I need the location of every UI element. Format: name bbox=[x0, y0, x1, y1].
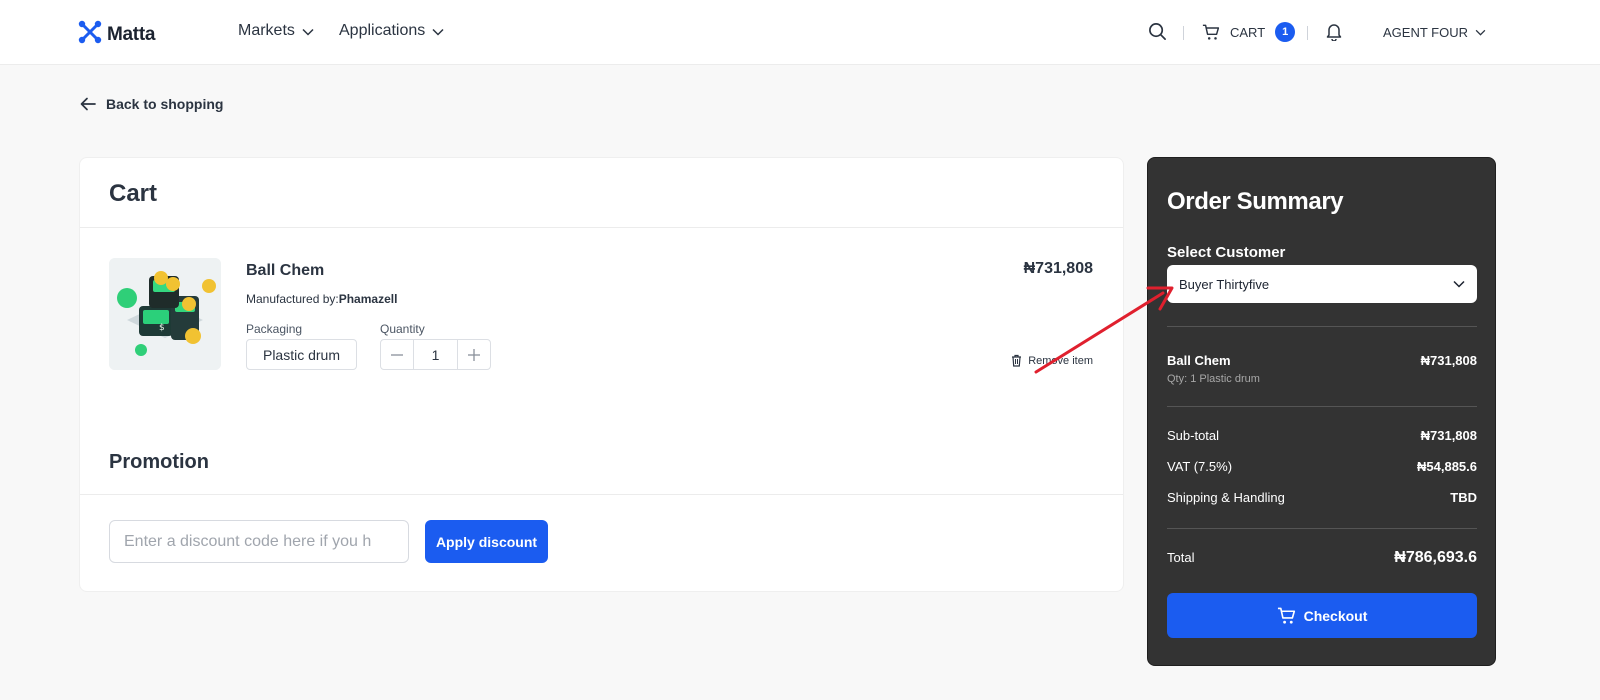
trash-icon bbox=[1012, 354, 1022, 367]
divider bbox=[1307, 26, 1308, 40]
manufactured-by-label: Manufactured by: bbox=[246, 292, 339, 306]
divider bbox=[1167, 326, 1477, 327]
back-to-shopping-label: Back to shopping bbox=[106, 96, 224, 112]
divider bbox=[1183, 26, 1184, 40]
summary-item-detail: Qty: 1 Plastic drum bbox=[1167, 373, 1260, 385]
back-to-shopping-link[interactable]: Back to shopping bbox=[80, 96, 223, 112]
manufacturer-line: Manufactured by:Phamazell bbox=[246, 292, 397, 306]
product-name: Ball Chem bbox=[246, 262, 325, 279]
divider bbox=[1167, 528, 1477, 529]
discount-code-input[interactable] bbox=[109, 520, 409, 563]
cart-icon bbox=[1277, 607, 1295, 624]
select-customer-label: Select Customer bbox=[1167, 244, 1286, 261]
shipping-row: Shipping & Handling TBD bbox=[1167, 490, 1477, 505]
vat-value: ₦54,885.6 bbox=[1417, 459, 1477, 474]
search-icon[interactable] bbox=[1148, 22, 1167, 46]
packaging-label: Packaging bbox=[246, 322, 303, 336]
remove-item-button[interactable]: Remove item bbox=[1011, 354, 1093, 367]
remove-item-label: Remove item bbox=[1028, 354, 1093, 367]
total-row: Total ₦786,693.6 bbox=[1167, 549, 1477, 567]
subtotal-row: Sub-total ₦731,808 bbox=[1167, 428, 1477, 443]
cart-icon bbox=[1202, 24, 1220, 40]
customer-select[interactable]: Buyer Thirtyfive bbox=[1167, 265, 1477, 303]
chevron-down-icon bbox=[432, 28, 444, 36]
nav-markets[interactable]: Markets bbox=[238, 22, 314, 40]
total-value: ₦786,693.6 bbox=[1394, 549, 1477, 566]
chevron-down-icon bbox=[1475, 29, 1486, 36]
svg-text:$: $ bbox=[159, 323, 165, 333]
nav-applications[interactable]: Applications bbox=[339, 22, 444, 40]
manufacturer-name: Phamazell bbox=[338, 292, 398, 306]
arrow-left-icon bbox=[80, 97, 96, 111]
subtotal-value: ₦731,808 bbox=[1420, 428, 1477, 443]
divider bbox=[1167, 406, 1477, 407]
user-name: AGENT FOUR bbox=[1383, 25, 1468, 40]
chevron-down-icon bbox=[302, 28, 314, 36]
cart-label: CART bbox=[1230, 24, 1266, 40]
summary-item-row: Ball Chem ₦731,808 bbox=[1167, 353, 1477, 368]
order-summary-title: Order Summary bbox=[1167, 188, 1344, 215]
cart-count-badge: 1 bbox=[1275, 22, 1296, 42]
summary-item-price: ₦731,808 bbox=[1420, 353, 1477, 368]
quantity-stepper: 1 bbox=[380, 339, 491, 370]
product-image: $ bbox=[109, 258, 221, 370]
divider bbox=[80, 227, 1123, 228]
subtotal-label: Sub-total bbox=[1167, 428, 1220, 443]
vat-label: VAT (7.5%) bbox=[1167, 459, 1233, 474]
order-summary-panel: Order Summary Select Customer Buyer Thir… bbox=[1147, 157, 1496, 666]
user-menu[interactable]: AGENT FOUR bbox=[1383, 25, 1486, 40]
promotion-title: Promotion bbox=[109, 451, 209, 473]
divider bbox=[80, 494, 1123, 495]
apply-discount-button[interactable]: Apply discount bbox=[425, 520, 548, 563]
packaging-select[interactable]: Plastic drum bbox=[246, 339, 357, 370]
quantity-value[interactable]: 1 bbox=[413, 340, 458, 369]
shipping-label: Shipping & Handling bbox=[1167, 490, 1285, 505]
total-label: Total bbox=[1167, 550, 1195, 565]
summary-item-name: Ball Chem bbox=[1167, 353, 1231, 368]
minus-icon bbox=[391, 353, 403, 356]
logo-text: Matta bbox=[107, 23, 156, 45]
plus-icon bbox=[468, 348, 480, 361]
checkout-button[interactable]: Checkout bbox=[1167, 593, 1477, 638]
shipping-value: TBD bbox=[1450, 490, 1477, 505]
increase-quantity-button[interactable] bbox=[458, 340, 490, 369]
top-navbar: Matta Markets Applications CART 1 AGENT … bbox=[0, 0, 1600, 65]
cart-card: Cart $ Ball Chem Manufactured by:Phamaze… bbox=[79, 157, 1124, 592]
product-price: ₦731,808 bbox=[1023, 260, 1093, 277]
logo-icon bbox=[78, 20, 102, 49]
selected-customer: Buyer Thirtyfive bbox=[1179, 276, 1270, 292]
bell-icon[interactable] bbox=[1326, 23, 1342, 46]
vat-row: VAT (7.5%) ₦54,885.6 bbox=[1167, 459, 1477, 474]
chevron-down-icon bbox=[1453, 280, 1465, 288]
decrease-quantity-button[interactable] bbox=[381, 340, 413, 369]
cart-link[interactable]: CART 1 bbox=[1202, 22, 1296, 42]
quantity-label: Quantity bbox=[380, 322, 425, 336]
nav-applications-label: Applications bbox=[339, 22, 426, 39]
checkout-label: Checkout bbox=[1303, 607, 1368, 624]
logo[interactable]: Matta bbox=[78, 20, 155, 49]
nav-markets-label: Markets bbox=[238, 22, 295, 39]
cart-title: Cart bbox=[109, 180, 158, 207]
